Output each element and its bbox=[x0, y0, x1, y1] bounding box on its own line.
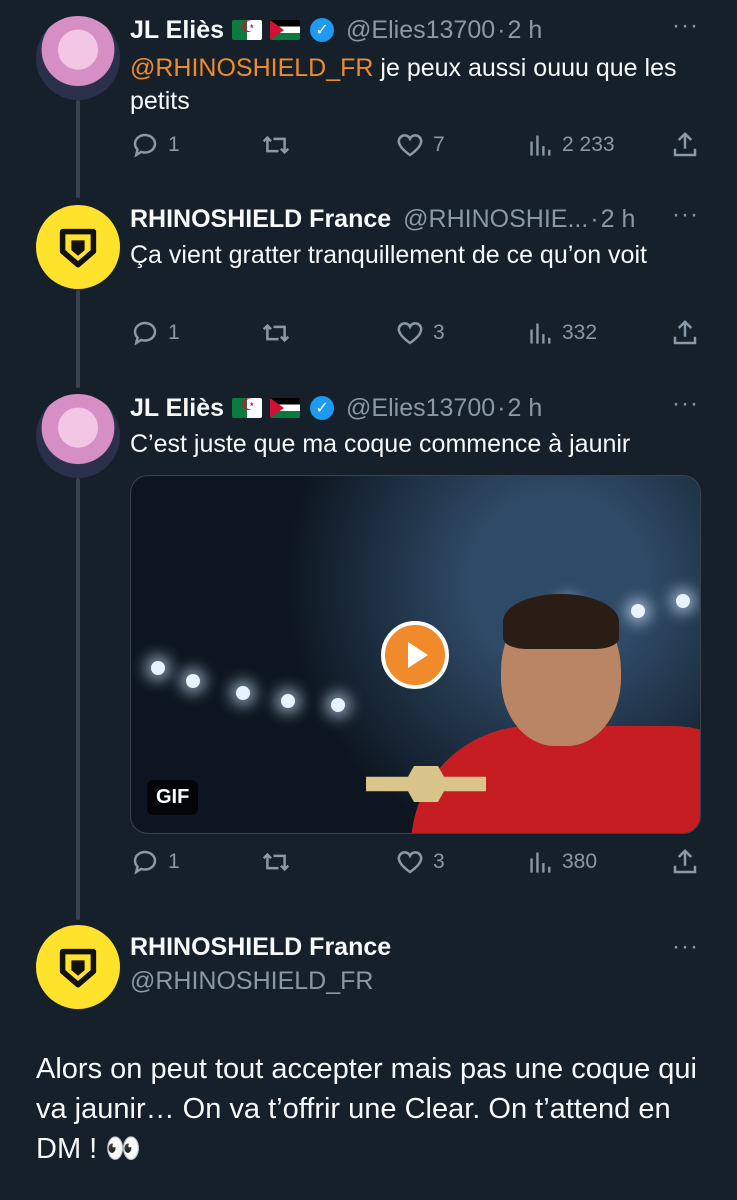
reply-button[interactable]: 1 bbox=[130, 130, 180, 160]
palestine-flag-icon bbox=[270, 398, 301, 418]
like-button[interactable]: 3 bbox=[395, 847, 445, 877]
separator: · bbox=[497, 15, 506, 44]
tweet-text: @RHINOSHIELD_FR je peux aussi ouuu que l… bbox=[130, 52, 697, 118]
stadium-light bbox=[236, 686, 250, 700]
tweet[interactable]: JL Eliès ✓ @Elies13700 · 2 h ··· @RHINOS… bbox=[0, 12, 737, 172]
avatar[interactable] bbox=[36, 16, 120, 100]
reply-button[interactable]: 1 bbox=[130, 318, 180, 348]
algeria-flag-icon bbox=[232, 20, 263, 40]
reply-button[interactable]: 1 bbox=[130, 847, 180, 877]
author-name[interactable]: JL Eliès bbox=[130, 394, 224, 423]
like-button[interactable]: 3 bbox=[395, 318, 445, 348]
action-bar: 1 3 332 bbox=[130, 318, 700, 352]
heart-icon bbox=[397, 322, 423, 345]
main-tweet[interactable]: RHINOSHIELD France @RHINOSHIELD_FR ··· A… bbox=[0, 925, 737, 1200]
palestine-flag-icon bbox=[270, 20, 301, 40]
more-icon[interactable]: ··· bbox=[672, 12, 699, 40]
reply-count: 1 bbox=[168, 133, 180, 156]
retweet-icon bbox=[262, 852, 290, 872]
author-name[interactable]: RHINOSHIELD France bbox=[130, 205, 391, 234]
rhinoshield-logo-icon bbox=[59, 948, 97, 988]
reply-icon bbox=[133, 133, 157, 158]
avatar[interactable] bbox=[36, 394, 120, 478]
gif-media[interactable]: GIF bbox=[130, 475, 701, 834]
separator: · bbox=[590, 204, 599, 233]
views-button[interactable]: 380 bbox=[528, 847, 597, 877]
stadium-light bbox=[151, 661, 165, 675]
action-bar: 1 7 2 233 bbox=[130, 130, 700, 164]
rhinoshield-logo-icon bbox=[59, 228, 97, 268]
share-button[interactable] bbox=[670, 318, 700, 348]
retweet-icon bbox=[262, 135, 290, 155]
share-icon bbox=[673, 848, 697, 874]
author-handle[interactable]: @RHINOSHIE... bbox=[403, 205, 588, 234]
avatar[interactable] bbox=[36, 205, 120, 289]
timestamp[interactable]: 2 h bbox=[601, 205, 636, 234]
stadium-light bbox=[331, 698, 345, 712]
tweet-text: Alors on peut tout accepter mais pas une… bbox=[36, 1053, 697, 1165]
views-button[interactable]: 2 233 bbox=[528, 130, 615, 160]
verified-badge-icon: ✓ bbox=[310, 396, 335, 420]
more-icon[interactable]: ··· bbox=[672, 390, 699, 418]
tweet-text: C’est juste que ma coque commence à jaun… bbox=[130, 430, 631, 458]
tweet-text: Ça vient gratter tranquillement de ce qu… bbox=[130, 241, 647, 269]
retweet-button[interactable] bbox=[260, 847, 292, 877]
share-button[interactable] bbox=[670, 847, 700, 877]
timestamp[interactable]: 2 h bbox=[507, 394, 542, 423]
views-button[interactable]: 332 bbox=[528, 318, 597, 348]
more-icon[interactable]: ··· bbox=[672, 201, 699, 229]
heart-icon bbox=[397, 134, 423, 157]
retweet-icon bbox=[262, 323, 290, 343]
views-icon bbox=[530, 135, 551, 156]
retweet-button[interactable] bbox=[260, 130, 292, 160]
author-handle[interactable]: @RHINOSHIELD_FR bbox=[130, 967, 373, 996]
view-count: 380 bbox=[562, 850, 598, 873]
author-handle[interactable]: @Elies13700 bbox=[346, 16, 495, 45]
retweet-button[interactable] bbox=[260, 318, 292, 348]
like-count: 7 bbox=[433, 133, 445, 156]
like-count: 3 bbox=[433, 850, 445, 873]
like-button[interactable]: 7 bbox=[395, 130, 445, 160]
player-hair bbox=[503, 594, 619, 649]
author-name[interactable]: JL Eliès bbox=[130, 16, 224, 45]
mention-link[interactable]: @RHINOSHIELD_FR bbox=[130, 54, 373, 82]
tweet[interactable]: RHINOSHIELD France @RHINOSHIE... · 2 h ·… bbox=[0, 201, 737, 361]
action-bar: 1 3 380 bbox=[130, 847, 700, 881]
stadium-light bbox=[186, 674, 200, 688]
like-count: 3 bbox=[433, 321, 445, 344]
reply-icon bbox=[133, 321, 157, 346]
view-count: 2 233 bbox=[562, 133, 615, 156]
gif-badge: GIF bbox=[147, 780, 199, 815]
play-icon[interactable] bbox=[381, 621, 449, 689]
verified-badge-icon: ✓ bbox=[310, 18, 335, 42]
share-icon bbox=[673, 319, 697, 345]
reply-count: 1 bbox=[168, 850, 180, 873]
views-icon bbox=[530, 852, 551, 873]
stadium-light bbox=[281, 694, 295, 708]
more-icon[interactable]: ··· bbox=[672, 933, 699, 961]
separator: · bbox=[497, 393, 506, 422]
timestamp[interactable]: 2 h bbox=[507, 16, 542, 45]
author-name[interactable]: RHINOSHIELD France bbox=[130, 933, 391, 962]
share-icon bbox=[673, 131, 697, 157]
heart-icon bbox=[397, 851, 423, 874]
reply-count: 1 bbox=[168, 321, 180, 344]
author-handle[interactable]: @Elies13700 bbox=[346, 394, 495, 423]
view-count: 332 bbox=[562, 321, 598, 344]
reply-icon bbox=[133, 850, 157, 875]
share-button[interactable] bbox=[670, 130, 700, 160]
views-icon bbox=[530, 323, 551, 344]
avatar[interactable] bbox=[36, 925, 120, 1009]
algeria-flag-icon bbox=[232, 398, 263, 418]
